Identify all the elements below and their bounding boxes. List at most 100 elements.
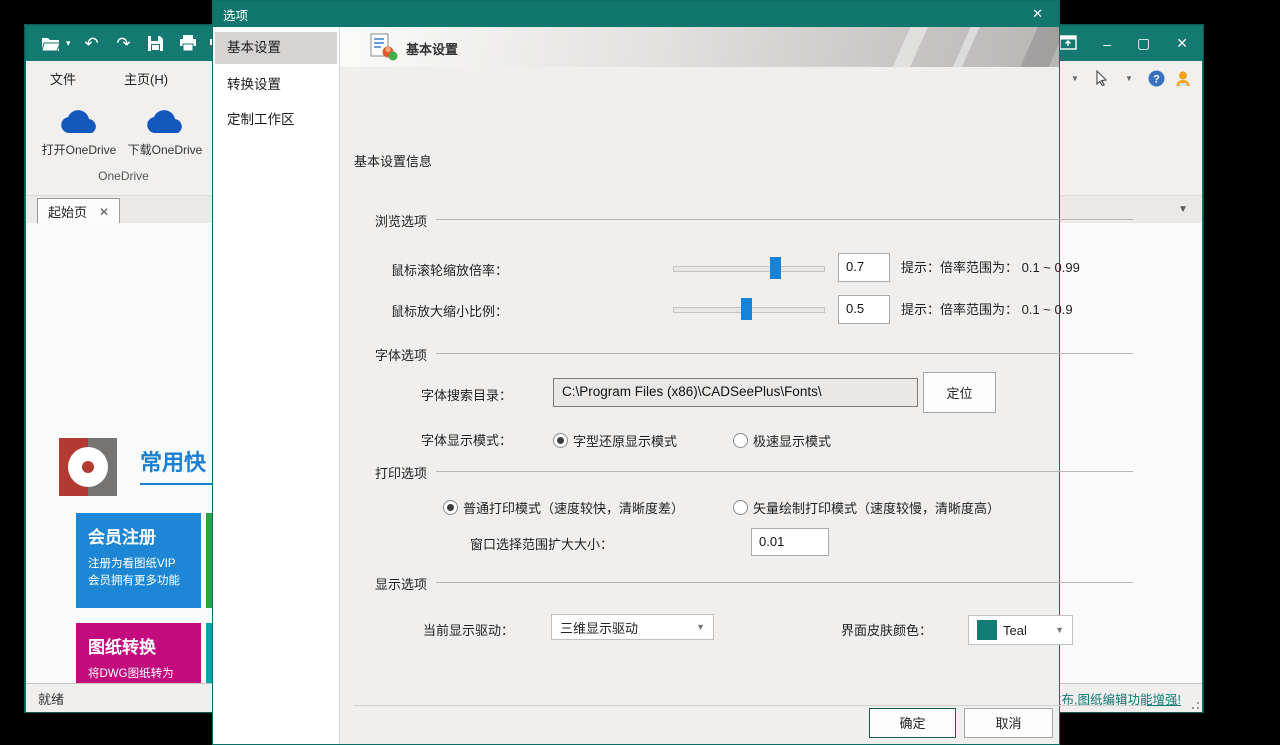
ok-button[interactable]: 确定: [869, 708, 956, 738]
radio-print-vector[interactable]: 矢量绘制打印模式（速度较慢，清晰度高）: [733, 498, 1000, 517]
skin-color-swatch: [977, 620, 997, 640]
dialog-titlebar[interactable]: 选项 ✕: [213, 1, 1059, 27]
status-ready-text: 就绪: [26, 689, 64, 708]
tile-line: 将DWG图纸转为: [88, 666, 189, 683]
download-onedrive-button[interactable]: 下载OneDrive: [122, 103, 208, 158]
help-icon[interactable]: ?: [1147, 69, 1165, 87]
zoom-ratio-hint: 提示：倍率范围为： 0.1 ~ 0.9: [901, 299, 1073, 318]
font-dir-input[interactable]: C:\Program Files (x86)\CADSeePlus\Fonts\: [553, 378, 918, 407]
redo-icon[interactable]: ↷: [113, 34, 135, 54]
radio-unselected-icon[interactable]: [733, 500, 748, 515]
radio-font-fast[interactable]: 极速显示模式: [733, 431, 831, 450]
cursor-icon[interactable]: [1093, 69, 1111, 87]
onedrive-cloud-icon: [144, 109, 186, 135]
sidebar-item-customize-workspace[interactable]: 定制工作区: [215, 104, 337, 136]
dialog-header-band: 基本设置: [340, 27, 1059, 67]
display-driver-label: 当前显示驱动：: [423, 620, 514, 639]
svg-text:?: ?: [1153, 73, 1160, 85]
section-divider: [436, 582, 1133, 583]
open-onedrive-button[interactable]: 打开OneDrive: [36, 103, 122, 158]
section-divider: [436, 471, 1133, 472]
maximize-icon[interactable]: ▢: [1137, 35, 1150, 52]
tab-list-dropdown-icon[interactable]: ▼: [1178, 204, 1188, 215]
chevron-down-icon: ▼: [696, 622, 705, 632]
window-close-icon[interactable]: ✕: [1176, 35, 1188, 52]
display-driver-value: 三维显示驱动: [560, 618, 638, 637]
radio-print-normal[interactable]: 普通打印模式（速度较快，清晰度差）: [443, 498, 684, 517]
tile-drawing-convert[interactable]: 图纸转换 将DWG图纸转为 BMP/DWF/PDF: [76, 623, 201, 683]
radio-font-restore-label: 字型还原显示模式: [573, 434, 677, 449]
radio-font-fast-label: 极速显示模式: [753, 434, 831, 449]
wheel-zoom-value[interactable]: 0.7: [838, 253, 890, 282]
cursor-dropdown-icon[interactable]: ▼: [1120, 69, 1138, 87]
radio-selected-icon[interactable]: [443, 500, 458, 515]
slider-thumb[interactable]: [770, 257, 781, 279]
section-title-print: 打印选项: [375, 463, 427, 482]
zoom-ratio-value[interactable]: 0.5: [838, 295, 890, 324]
slider-thumb[interactable]: [741, 298, 752, 320]
tile-line: 注册为看图纸VIP: [88, 556, 189, 573]
quick-access-toolbar: ▾ ↶ ↷: [40, 34, 231, 54]
wheel-zoom-hint: 提示：倍率范围为： 0.1 ~ 0.99: [901, 257, 1080, 276]
footer-divider: [354, 705, 1147, 706]
dialog-header-title: 基本设置: [406, 39, 458, 58]
sidebar-item-basic-settings[interactable]: 基本设置: [215, 32, 337, 64]
dialog-title: 选项: [213, 5, 248, 24]
skin-color-value: Teal: [1003, 623, 1027, 638]
app-logo: [59, 438, 117, 496]
open-folder-dropdown-icon[interactable]: ▾: [66, 38, 71, 49]
section-title-browse: 浏览选项: [375, 211, 427, 230]
skin-color-label: 界面皮肤颜色：: [841, 620, 932, 639]
radio-selected-icon[interactable]: [553, 433, 568, 448]
window-expand-label: 窗口选择范围扩大大小：: [470, 534, 613, 553]
radio-unselected-icon[interactable]: [733, 433, 748, 448]
section-title-font: 字体选项: [375, 345, 427, 364]
radio-print-vector-label: 矢量绘制打印模式（速度较慢，清晰度高）: [753, 501, 1000, 516]
window-expand-input[interactable]: 0.01: [751, 528, 829, 556]
cancel-button[interactable]: 取消: [964, 708, 1053, 738]
tile-title: 图纸转换: [88, 633, 189, 658]
skin-color-select[interactable]: Teal ▼: [968, 615, 1073, 645]
print-icon[interactable]: [177, 34, 199, 54]
start-page-title: 常用快: [140, 445, 206, 477]
open-onedrive-label: 打开OneDrive: [42, 143, 117, 157]
tile-title: 会员注册: [88, 523, 189, 548]
wheel-zoom-slider[interactable]: [673, 257, 825, 279]
wrench-dropdown-icon[interactable]: ▼: [1066, 69, 1084, 87]
save-icon[interactable]: [145, 34, 167, 54]
tab-start-page-label: 起始页: [48, 202, 87, 221]
display-driver-select[interactable]: 三维显示驱动 ▼: [551, 614, 714, 640]
undo-icon[interactable]: ↶: [81, 34, 103, 54]
dialog-sidebar: 基本设置 转换设置 定制工作区: [213, 27, 340, 744]
resize-grip[interactable]: [1185, 695, 1199, 709]
section-divider: [436, 353, 1133, 354]
user-account-icon[interactable]: [1174, 69, 1192, 87]
window-controls: – ▢ ✕: [1059, 35, 1188, 53]
tab-close-icon[interactable]: ✕: [99, 205, 109, 219]
dialog-close-icon[interactable]: ✕: [1032, 6, 1059, 22]
panel-toggle-icon[interactable]: [1059, 35, 1077, 53]
section-title-display: 显示选项: [375, 574, 427, 593]
font-mode-label: 字体显示模式：: [421, 430, 512, 449]
locate-button[interactable]: 定位: [923, 372, 996, 413]
wheel-zoom-label: 鼠标滚轮缩放倍率：: [391, 260, 508, 279]
zoom-ratio-slider[interactable]: [673, 298, 825, 320]
tab-start-page[interactable]: 起始页 ✕: [37, 198, 120, 224]
tile-member-register[interactable]: 会员注册 注册为看图纸VIP 会员拥有更多功能: [76, 513, 201, 608]
slider-track: [673, 266, 825, 272]
tile-line: 会员拥有更多功能: [88, 573, 189, 590]
font-dir-label: 字体搜索目录：: [421, 385, 512, 404]
options-dialog: 选项 ✕ 基本设置 转换设置 定制工作区 基本设置 基本设置信息 浏览选项 鼠标…: [212, 0, 1060, 745]
open-folder-icon[interactable]: [40, 34, 62, 54]
menu-file[interactable]: 文件: [26, 69, 100, 88]
radio-print-normal-label: 普通打印模式（速度较快，清晰度差）: [463, 501, 684, 516]
dialog-content: 基本设置信息 浏览选项 鼠标滚轮缩放倍率： 0.7 提示：倍率范围为： 0.1 …: [340, 67, 1059, 744]
onedrive-group-label: OneDrive: [36, 169, 211, 183]
section-divider: [436, 219, 1133, 220]
minimize-icon[interactable]: –: [1103, 36, 1111, 52]
radio-font-restore[interactable]: 字型还原显示模式: [553, 431, 677, 450]
download-onedrive-label: 下载OneDrive: [128, 143, 203, 157]
menu-home[interactable]: 主页(H): [100, 69, 192, 88]
intro-text: 基本设置信息: [354, 151, 432, 170]
sidebar-item-convert-settings[interactable]: 转换设置: [215, 69, 337, 101]
